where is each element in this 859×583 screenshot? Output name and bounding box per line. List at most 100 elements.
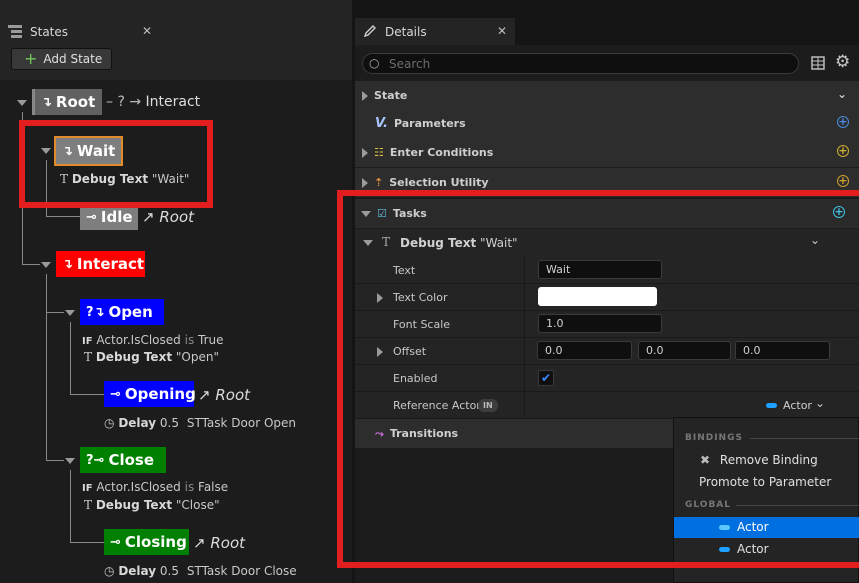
clock-icon: ◷ — [104, 416, 115, 430]
expand-arrow-icon — [362, 147, 368, 158]
tree-line — [46, 216, 80, 217]
open-condition-subject: Actor.IsClosed — [96, 333, 181, 347]
return-arrow-icon: ↗ — [198, 386, 211, 404]
state-node-close[interactable]: ?⊸ Close — [80, 447, 166, 473]
search-icon: ○ — [369, 56, 380, 70]
open-condition-op: is — [184, 333, 195, 347]
tree-line — [70, 322, 71, 394]
close-task-name: Debug Text — [95, 498, 173, 512]
close-condition-value: False — [198, 480, 229, 494]
tree-line — [22, 264, 40, 265]
highlight-box-wait — [19, 120, 213, 208]
opening-task-name: Delay — [118, 416, 157, 430]
conditional-arrow-icon: ?↴ — [86, 304, 105, 320]
opening-transition: ↗ Root — [198, 386, 250, 404]
root-transition-target: Interact — [145, 94, 201, 110]
return-arrow-icon: ↗ — [193, 534, 206, 552]
close-icon[interactable]: ✕ — [142, 24, 152, 38]
close-condition: IF Actor.IsClosed is False — [82, 480, 228, 494]
open-task-value: "Open" — [175, 350, 219, 364]
close-task-value: "Close" — [175, 498, 220, 512]
tab-states[interactable]: States ✕ — [0, 18, 160, 45]
gear-icon[interactable]: ⚙ — [835, 52, 850, 72]
add-utility-icon[interactable]: + — [837, 175, 849, 187]
if-prefix: IF — [82, 483, 93, 494]
category-parameters[interactable]: V. Parameters + — [355, 109, 859, 138]
add-condition-icon[interactable]: + — [837, 145, 849, 157]
tree-line — [70, 542, 104, 543]
add-parameter-icon[interactable]: + — [837, 116, 849, 128]
expand-arrow-icon[interactable] — [65, 458, 75, 464]
closing-transition-target: Root — [210, 534, 246, 552]
pencil-icon — [363, 25, 376, 38]
category-state-label: State — [374, 89, 408, 102]
state-node-closing[interactable]: ⊸ Closing — [104, 529, 189, 555]
tab-details[interactable]: Details ✕ — [355, 18, 515, 45]
if-prefix: IF — [82, 336, 93, 347]
opening-task-extra: STTask Door Open — [186, 416, 296, 430]
text-type-icon: T — [84, 350, 93, 364]
category-enter-conditions-label: Enter Conditions — [389, 146, 494, 159]
add-state-label: Add State — [43, 52, 103, 66]
list-icon — [8, 25, 22, 38]
open-condition: IF Actor.IsClosed is True — [82, 333, 224, 347]
expand-arrow-icon[interactable] — [17, 100, 27, 106]
state-node-closing-label: Closing — [124, 533, 187, 551]
expand-arrow-icon — [362, 177, 368, 188]
transition-dash: – — [106, 94, 113, 110]
branch-arrow-icon: ↴ — [41, 94, 52, 110]
opening-transition-target: Root — [215, 386, 251, 404]
category-state[interactable]: State ⌄ — [355, 81, 859, 110]
idle-transition: ↗ Root — [142, 208, 194, 226]
transition-question: ? — [117, 94, 125, 110]
expand-arrow-icon — [362, 90, 368, 101]
root-transition: – ? → Interact — [106, 94, 200, 110]
tree-line — [46, 312, 64, 313]
state-node-root[interactable]: ↴ Root — [32, 89, 102, 115]
table-view-icon[interactable] — [811, 56, 825, 70]
leaf-arrow-icon: ⊸ — [110, 534, 121, 550]
leaf-arrow-icon: ⊸ — [110, 386, 121, 402]
state-node-close-label: Close — [108, 451, 154, 469]
tab-details-label: Details — [385, 24, 427, 39]
closing-task: ◷ Delay 0.5 STTask Door Close — [104, 564, 297, 578]
category-parameters-label: Parameters — [393, 117, 466, 130]
open-condition-value: True — [198, 333, 224, 347]
add-state-button[interactable]: + Add State — [11, 48, 112, 70]
tree-line — [46, 460, 64, 461]
highlight-box-tasks — [337, 190, 859, 568]
closing-task-name: Delay — [118, 564, 157, 578]
parameters-icon: V. — [375, 116, 388, 131]
branch-arrow-icon: ↴ — [62, 256, 73, 272]
arrow-right-icon: → — [129, 94, 142, 110]
opening-task-value: 0.5 — [159, 416, 179, 430]
search-placeholder: Search — [389, 56, 431, 71]
tab-states-label: States — [30, 24, 69, 39]
state-node-root-label: Root — [55, 93, 96, 111]
leaf-arrow-icon: ⊸ — [86, 209, 97, 225]
close-condition-op: is — [184, 480, 195, 494]
state-node-open-label: Open — [108, 303, 153, 321]
state-node-open[interactable]: ?↴ Open — [80, 299, 164, 325]
expand-arrow-icon[interactable] — [65, 310, 75, 316]
closing-transition: ↗ Root — [193, 534, 245, 552]
conditional-arrow-icon: ?⊸ — [86, 452, 105, 468]
state-node-opening[interactable]: ⊸ Opening — [104, 381, 196, 407]
category-enter-conditions[interactable]: ☷ Enter Conditions + — [355, 138, 859, 167]
chevron-down-icon[interactable]: ⌄ — [837, 87, 847, 101]
open-task-name: Debug Text — [95, 350, 173, 364]
close-icon[interactable]: ✕ — [497, 24, 507, 38]
tree-line — [70, 394, 104, 395]
close-condition-subject: Actor.IsClosed — [96, 480, 181, 494]
state-node-interact[interactable]: ↴ Interact — [56, 251, 145, 277]
state-node-interact-label: Interact — [76, 255, 145, 273]
search-input[interactable]: ○ Search — [362, 53, 799, 74]
text-type-icon: T — [84, 498, 93, 512]
close-task: T Debug Text "Close" — [84, 498, 220, 512]
utility-icon: ⇡ — [374, 176, 384, 189]
tree-line — [70, 470, 71, 542]
plus-icon: + — [24, 49, 38, 68]
expand-arrow-icon[interactable] — [41, 262, 51, 268]
idle-transition-target: Root — [159, 208, 195, 226]
state-node-idle-label: Idle — [100, 208, 133, 226]
